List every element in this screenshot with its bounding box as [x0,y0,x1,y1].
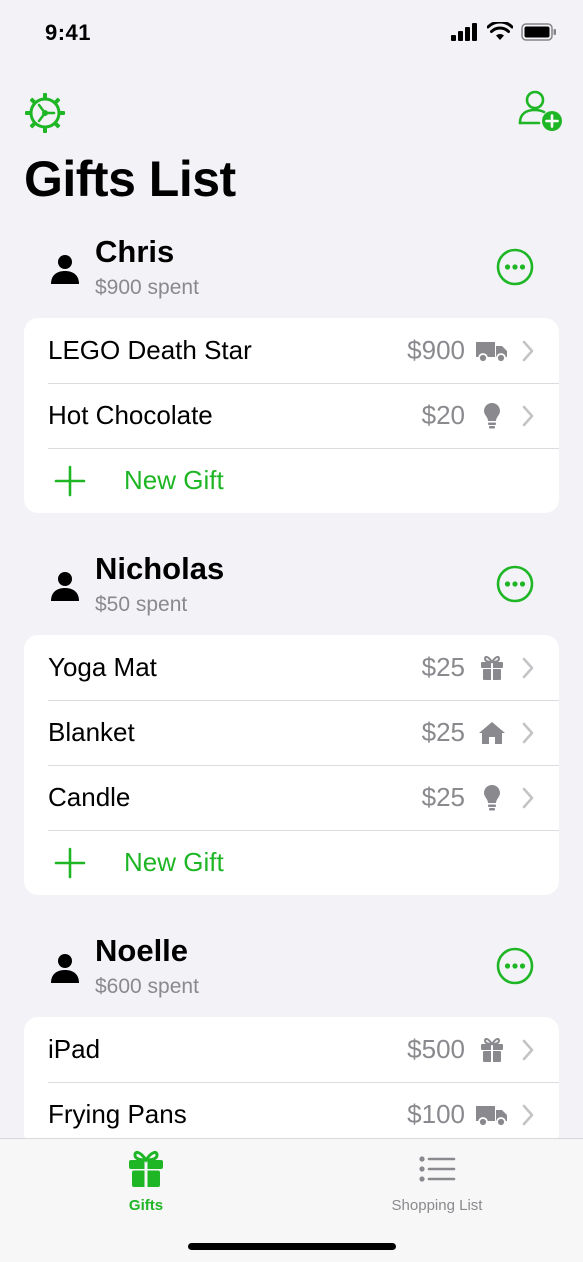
tab-label: Shopping List [391,1197,483,1214]
chevron-right-icon [522,722,534,743]
gifts-card: Yoga Mat $25 Blanket $25 Candle $25 New … [24,635,559,895]
gift-price: $25 [421,782,465,812]
more-options-icon[interactable] [496,565,534,603]
gift-row[interactable]: Hot Chocolate $20 [24,383,559,448]
cellular-signal-icon [451,22,477,41]
gift-name: iPad [48,1034,101,1064]
chevron-right-icon [522,787,534,808]
lightbulb-icon [475,783,509,813]
person-header: Noelle $600 spent [24,929,559,1017]
gifts-card: LEGO Death Star $900 Hot Chocolate $20 N… [24,318,559,513]
status-time: 9:41 [45,20,92,45]
person-header: Nicholas $50 spent [24,547,559,635]
plus-icon [54,465,86,496]
gift-price: $20 [421,400,465,430]
person-spent: $900 spent [95,276,199,299]
status-bar: 9:41 [0,0,583,66]
person-spent: $50 spent [95,593,188,616]
gift-row[interactable]: Candle $25 [24,765,559,830]
person-name: Noelle [95,933,189,968]
status-icons [451,22,557,41]
new-gift-button[interactable]: New Gift [24,448,559,513]
gift-price: $25 [421,652,465,682]
settings-gear-icon[interactable] [24,92,66,134]
chevron-right-icon [522,1104,534,1125]
plus-icon [54,847,86,878]
truck-icon [475,1100,509,1130]
tab-gifts[interactable]: Gifts [46,1149,246,1214]
gift-price: $500 [407,1034,465,1064]
person-header: Chris $900 spent [24,230,559,318]
gift-row[interactable]: Blanket $25 [24,700,559,765]
gift-icon [129,1150,163,1187]
person-icon [51,954,79,983]
person-name: Chris [95,234,175,269]
person-section: Chris $900 spent LEGO Death Star $900 Ho… [0,230,583,513]
gift-row[interactable]: iPad $500 [24,1017,559,1082]
battery-icon [521,22,556,41]
wifi-icon [487,22,513,40]
gift-name: Candle [48,782,131,812]
gift-icon [475,1035,509,1065]
gift-price: $25 [421,717,465,747]
gift-row[interactable]: LEGO Death Star $900 [24,318,559,383]
list-icon [419,1156,456,1182]
more-options-icon[interactable] [496,947,534,985]
add-person-icon[interactable] [517,89,565,133]
gift-row[interactable]: Frying Pans $100 [24,1082,559,1138]
truck-icon [475,336,509,366]
person-icon [51,255,79,284]
lightbulb-icon [475,401,509,431]
chevron-right-icon [522,340,534,361]
gift-name: Blanket [48,717,135,747]
tab-shopping-list[interactable]: Shopping List [337,1149,537,1214]
person-name: Nicholas [95,551,225,586]
gift-row[interactable]: Yoga Mat $25 [24,635,559,700]
gift-name: LEGO Death Star [48,335,252,365]
house-icon [475,718,509,748]
person-spent: $600 spent [95,975,199,998]
more-options-icon[interactable] [496,248,534,286]
page-title: Gifts List [24,151,236,207]
new-gift-label: New Gift [124,847,224,877]
new-gift-button[interactable]: New Gift [24,830,559,895]
gifts-scroll-view[interactable]: Chris $900 spent LEGO Death Star $900 Ho… [0,230,583,1138]
gift-price: $100 [407,1099,465,1129]
person-section: Nicholas $50 spent Yoga Mat $25 Blanket … [0,547,583,895]
gifts-card: iPad $500 Frying Pans $100 [24,1017,559,1138]
gift-name: Yoga Mat [48,652,157,682]
person-section: Noelle $600 spent iPad $500 Frying Pans … [0,929,583,1138]
chevron-right-icon [522,405,534,426]
home-indicator [188,1243,396,1250]
gift-price: $900 [407,335,465,365]
chevron-right-icon [522,657,534,678]
gift-name: Hot Chocolate [48,400,213,430]
person-icon [51,572,79,601]
chevron-right-icon [522,1039,534,1060]
tab-label: Gifts [128,1197,164,1214]
new-gift-label: New Gift [124,465,224,495]
gift-name: Frying Pans [48,1099,187,1129]
gift-icon [475,653,509,683]
